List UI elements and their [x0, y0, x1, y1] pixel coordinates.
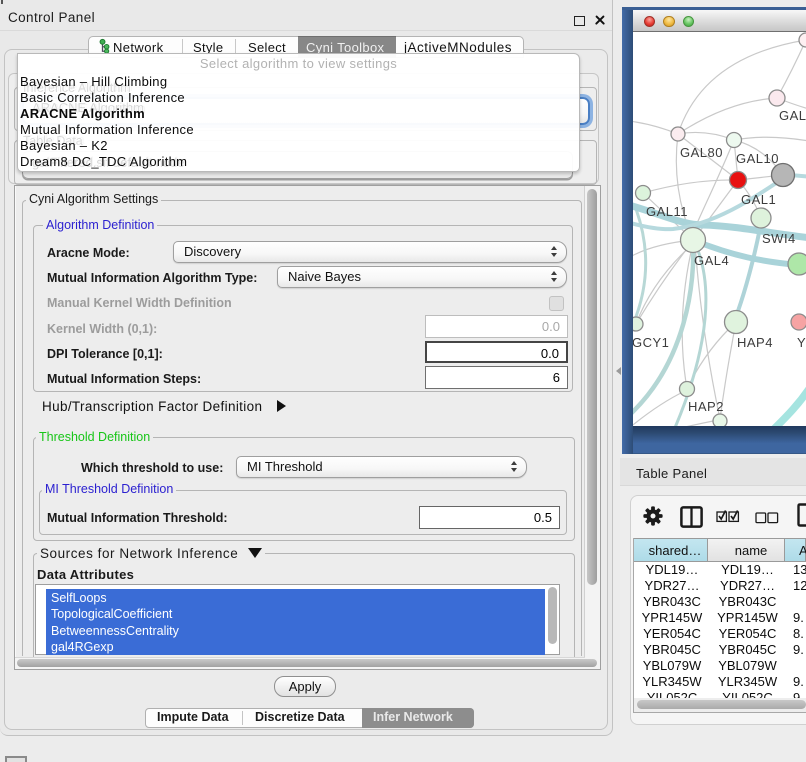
svg-text:GAL1: GAL1: [741, 192, 776, 207]
svg-text:Y: Y: [797, 335, 806, 350]
svg-text:GAL80: GAL80: [680, 145, 723, 160]
svg-text:GAL11: GAL11: [646, 204, 688, 219]
svg-text:HAP4: HAP4: [737, 335, 773, 350]
svg-text:GCY1: GCY1: [633, 335, 669, 350]
svg-text:HAP2: HAP2: [688, 399, 724, 414]
svg-text:GAL4: GAL4: [694, 253, 729, 268]
svg-text:GAL10: GAL10: [736, 151, 779, 166]
svg-text:SWI4: SWI4: [762, 231, 796, 246]
svg-text:GAL: GAL: [779, 108, 806, 123]
